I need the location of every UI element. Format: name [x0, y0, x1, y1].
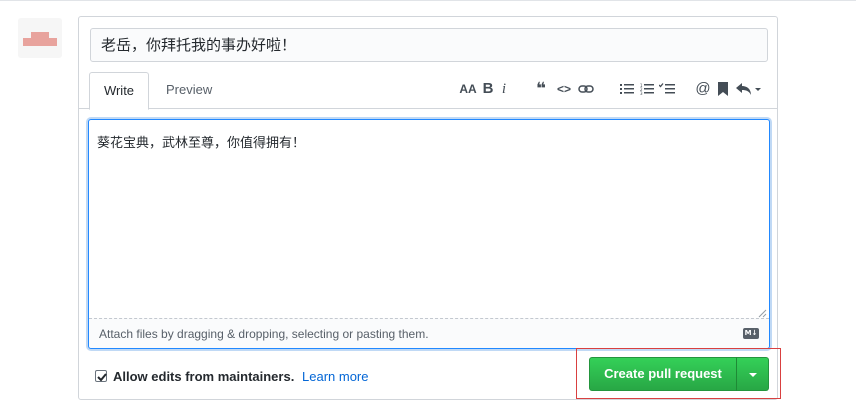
resize-grip-icon[interactable]	[757, 308, 767, 318]
create-pull-request-button[interactable]: Create pull request	[589, 357, 737, 391]
bold-icon[interactable]: B	[481, 79, 495, 99]
allow-edits-label[interactable]: Allow edits from maintainers.	[113, 368, 294, 386]
reply-icon[interactable]	[735, 79, 763, 99]
pull-request-form: 老岳，你拜托我的事办好啦！ Write Preview AA B i ❝ <> …	[78, 16, 778, 400]
pr-title-input[interactable]: 老岳，你拜托我的事办好啦！	[90, 28, 768, 62]
saved-reply-icon[interactable]	[717, 79, 729, 99]
italic-icon[interactable]: i	[499, 79, 509, 99]
chevron-down-icon	[749, 373, 757, 377]
page-top-divider	[0, 0, 856, 1]
tab-preview[interactable]: Preview	[154, 72, 224, 109]
markdown-icon[interactable]: M↓	[743, 328, 759, 339]
text-size-icon[interactable]: AA	[459, 79, 477, 99]
code-icon[interactable]: <>	[555, 79, 573, 99]
tab-write[interactable]: Write	[89, 72, 149, 110]
avatar[interactable]	[18, 18, 62, 58]
file-attach-bar[interactable]: Attach files by dragging & dropping, sel…	[89, 318, 769, 348]
learn-more-link[interactable]: Learn more	[302, 368, 368, 386]
mention-icon[interactable]: @	[695, 79, 711, 99]
numbered-list-icon[interactable]: 1 2 3	[639, 79, 655, 99]
pr-body-textarea[interactable]: 葵花宝典，武林至尊，你值得拥有！ Attach files by draggin…	[88, 119, 770, 349]
pr-body-text: 葵花宝典，武林至尊，你值得拥有！	[97, 136, 306, 151]
svg-text:3: 3	[640, 91, 643, 95]
create-options-dropdown[interactable]	[736, 357, 769, 391]
avatar-shape	[23, 38, 57, 46]
allow-edits-checkbox[interactable]	[95, 370, 107, 382]
link-icon[interactable]	[577, 79, 595, 99]
quote-icon[interactable]: ❝	[533, 79, 549, 99]
attach-hint: Attach files by dragging & dropping, sel…	[99, 327, 429, 341]
task-list-icon[interactable]	[658, 79, 675, 99]
bulleted-list-icon[interactable]	[619, 79, 635, 99]
